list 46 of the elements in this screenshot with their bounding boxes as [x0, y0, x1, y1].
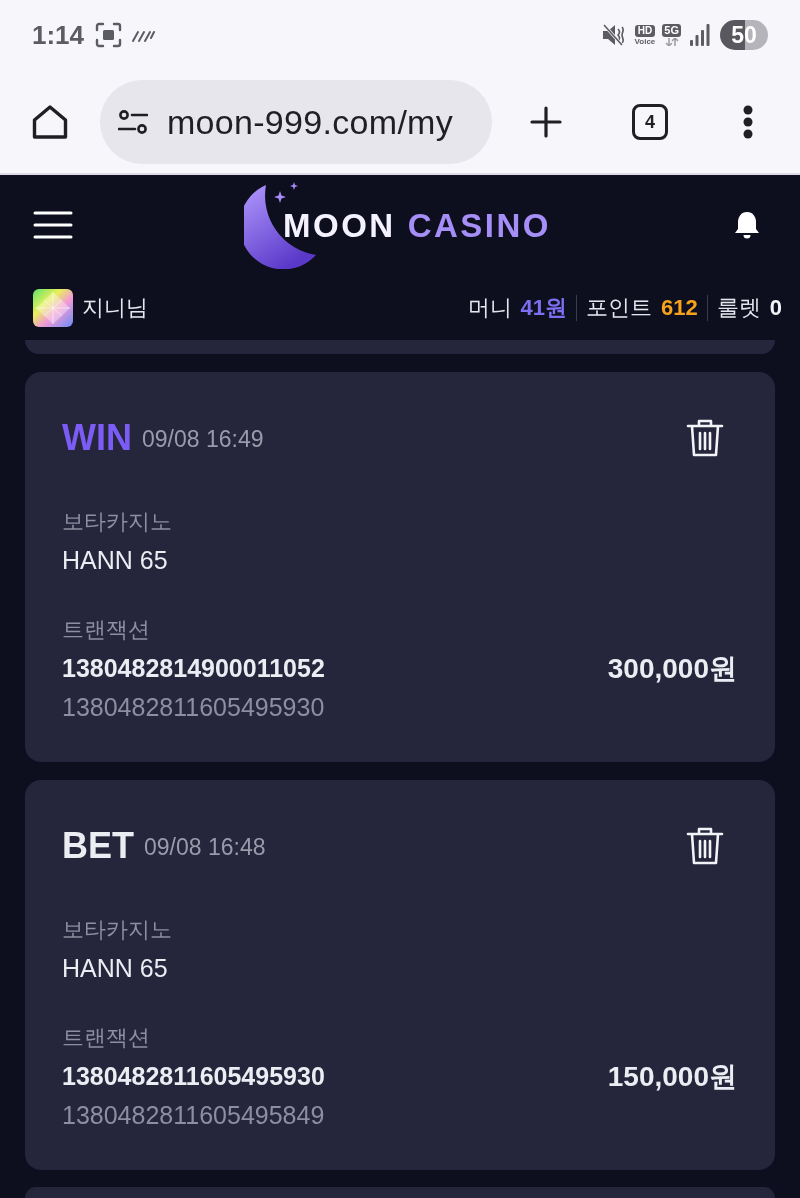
mute-icon [601, 23, 625, 47]
reference-id: 1380482811605495930 [62, 692, 326, 723]
voice-label: Voice [634, 36, 656, 46]
transaction-time: 09/08 16:48 [144, 835, 266, 859]
url-text: moon-999.com/my [167, 104, 454, 139]
provider-name: 보타카지노 [62, 508, 173, 536]
transaction-label: 트랜잭션 [62, 1024, 151, 1052]
data-arrows-icon [664, 38, 679, 46]
status-time: 1:14 [32, 22, 85, 48]
transaction-type: WIN [62, 416, 132, 460]
screenshot-icon [95, 22, 123, 48]
site-settings-icon[interactable] [118, 109, 148, 134]
transaction-id: 1380482811605495930 [62, 1064, 325, 1089]
provider-name: 보타카지노 [62, 916, 173, 944]
game-name: HANN 65 [62, 953, 169, 984]
game-name: HANN 65 [62, 545, 169, 576]
stat-value: 612 [661, 296, 698, 319]
tab-count-button[interactable]: 4 [632, 103, 668, 140]
reference-id: 1380482811605495849 [62, 1100, 326, 1131]
user-name: 지니님 [82, 296, 148, 319]
logo-word: MOON [283, 208, 396, 242]
bell-icon[interactable] [734, 211, 760, 239]
address-bar[interactable]: moon-999.com/my [100, 79, 492, 164]
menu-icon[interactable] [33, 211, 73, 239]
stat-value: 41원 [520, 296, 568, 319]
stat-label: 머니 [467, 296, 512, 319]
transaction-time: 09/08 16:49 [142, 427, 264, 451]
logo-word: CASINO [407, 208, 551, 242]
stat-label: 룰렛 [716, 296, 761, 319]
plus-icon[interactable] [530, 105, 562, 138]
stat-label: 포인트 [586, 296, 653, 319]
transaction-type: BET [62, 824, 134, 868]
signal-icon [690, 24, 710, 46]
slashes-icon [132, 28, 156, 42]
gem-avatar-icon [33, 288, 73, 327]
transaction-amount: 150,000원 [607, 1062, 737, 1091]
stat-value: 0 [769, 296, 782, 319]
transaction-id: 1380482814900011052 [62, 656, 325, 681]
more-options-icon[interactable] [743, 104, 753, 139]
trash-icon[interactable] [686, 418, 724, 458]
home-icon[interactable] [32, 103, 68, 140]
trash-icon[interactable] [686, 826, 724, 866]
transaction-amount: 300,000원 [607, 654, 737, 683]
hd-badge: HD [634, 24, 656, 37]
network-badge: 5G [662, 24, 681, 37]
transaction-label: 트랜잭션 [62, 616, 151, 644]
